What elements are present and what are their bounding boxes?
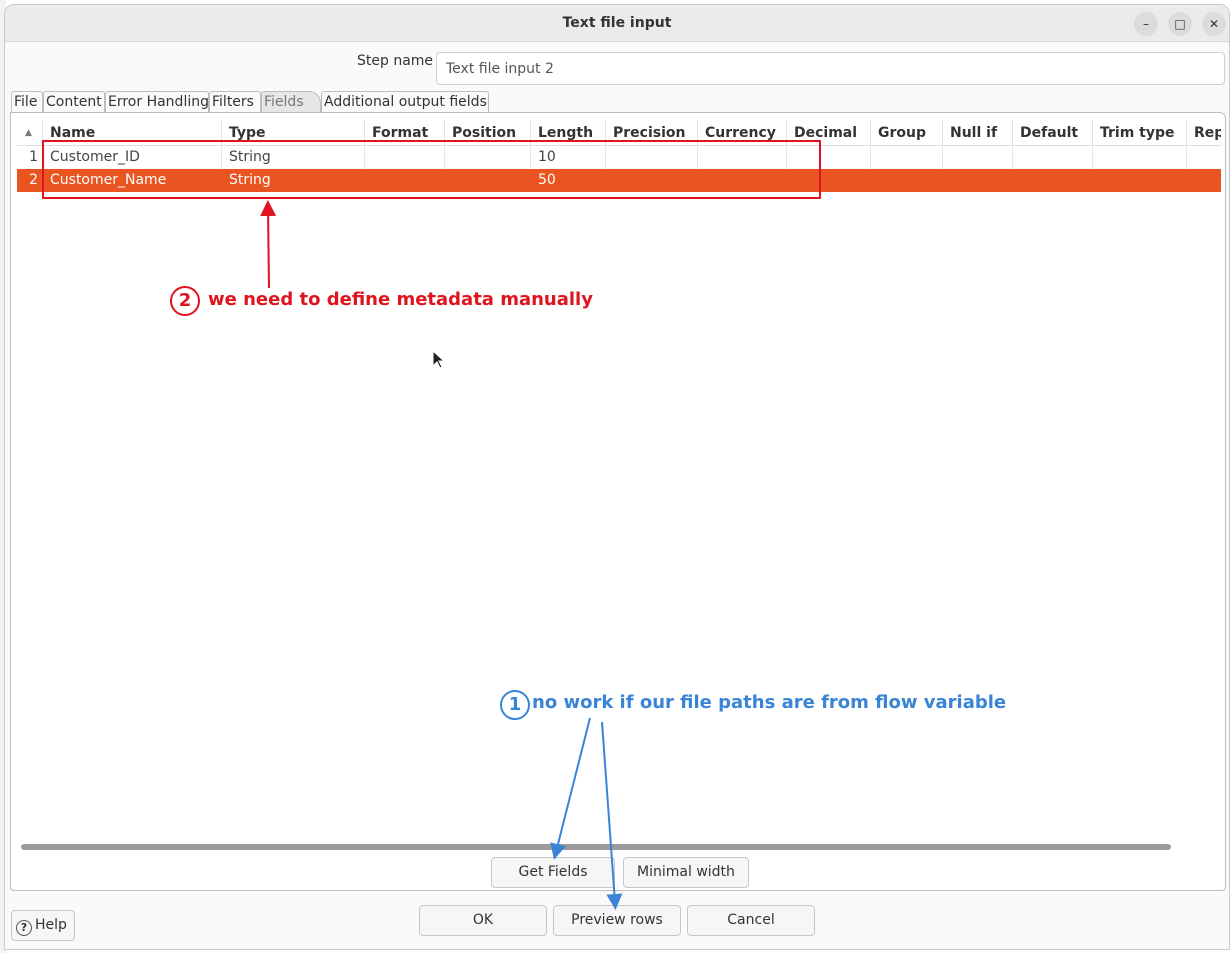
cell-default[interactable] — [1013, 169, 1093, 192]
dialog-title: Text file input — [562, 15, 672, 31]
tab-filters[interactable]: Filters — [209, 91, 261, 113]
title-bar: Text file input – □ ✕ — [5, 5, 1229, 42]
cell-default[interactable] — [1013, 146, 1093, 169]
sort-arrow-icon[interactable]: ▲ — [17, 120, 43, 146]
annotation-number-2: 2 — [170, 286, 200, 316]
maximize-button[interactable]: □ — [1168, 12, 1192, 36]
column-header-null-if[interactable]: Null if — [943, 120, 1013, 146]
column-header-group[interactable]: Group — [871, 120, 943, 146]
row-number: 1 — [17, 146, 43, 169]
cell-trim-type[interactable] — [1093, 169, 1187, 192]
tab-error-handling[interactable]: Error Handling — [105, 91, 209, 113]
preview-rows-button[interactable]: Preview rows — [553, 905, 681, 936]
tab-file[interactable]: File — [11, 91, 43, 113]
cell-repeat[interactable] — [1187, 169, 1221, 192]
ok-button[interactable]: OK — [419, 905, 547, 936]
annotation-highlight-box — [42, 140, 821, 199]
row-number: 2 — [17, 169, 43, 192]
help-icon: ? — [16, 920, 32, 936]
horizontal-scrollbar[interactable] — [21, 844, 1171, 850]
cell-group[interactable] — [871, 169, 943, 192]
close-button[interactable]: ✕ — [1202, 12, 1226, 36]
annotation-text-blue: no work if our file paths are from flow … — [532, 692, 1007, 713]
column-header-default[interactable]: Default — [1013, 120, 1093, 146]
help-label: Help — [35, 917, 67, 933]
annotation-text-red: we need to define metadata manually — [208, 289, 593, 310]
cell-repeat[interactable] — [1187, 146, 1221, 169]
mouse-cursor-icon — [432, 350, 446, 369]
help-button[interactable]: ? Help — [11, 910, 75, 941]
minimize-button[interactable]: – — [1134, 12, 1158, 36]
annotation-number-1: 1 — [500, 690, 530, 720]
cell-group[interactable] — [871, 146, 943, 169]
cell-null-if[interactable] — [943, 146, 1013, 169]
tab-fields[interactable]: Fields — [261, 91, 321, 113]
column-header-trim-type[interactable]: Trim type — [1093, 120, 1187, 146]
step-name-label: Step name — [357, 53, 434, 69]
tab-content[interactable]: Content — [43, 91, 105, 113]
cell-null-if[interactable] — [943, 169, 1013, 192]
minimal-width-button[interactable]: Minimal width — [623, 857, 749, 888]
step-name-input[interactable] — [436, 52, 1225, 85]
cancel-button[interactable]: Cancel — [687, 905, 815, 936]
fields-panel: ▲ Name Type Format Position Length Preci… — [10, 112, 1226, 891]
cell-trim-type[interactable] — [1093, 146, 1187, 169]
tab-additional-output-fields[interactable]: Additional output fields — [321, 91, 489, 113]
column-header-repeat[interactable]: Rep — [1187, 120, 1221, 146]
get-fields-button[interactable]: Get Fields — [491, 857, 615, 888]
